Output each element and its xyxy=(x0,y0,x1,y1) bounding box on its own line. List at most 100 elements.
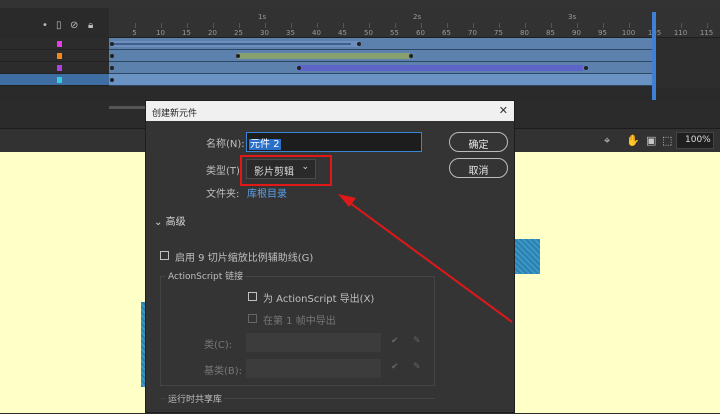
frame-tick xyxy=(472,23,474,28)
advanced-toggle[interactable]: ⌄ 高级 xyxy=(154,213,186,228)
frame-tick xyxy=(186,23,188,28)
layer-color-swatch xyxy=(57,77,62,83)
frame-number: 45 xyxy=(338,29,347,37)
frame-tick xyxy=(212,23,214,28)
export-as-checkbox[interactable] xyxy=(248,292,257,301)
frame-number: 20 xyxy=(208,29,217,37)
fit-icon[interactable]: ⬚ xyxy=(662,134,672,147)
frame-tick xyxy=(420,23,422,28)
nine-slice-checkbox[interactable] xyxy=(160,251,169,260)
frame-tick xyxy=(342,23,344,28)
frame-number: 40 xyxy=(312,29,321,37)
keyframe[interactable] xyxy=(236,54,240,58)
layer-color-swatch xyxy=(57,65,62,71)
tween-span[interactable] xyxy=(298,65,583,71)
frame-number: 10 xyxy=(156,29,165,37)
frame-tick xyxy=(134,23,136,28)
frame-tick xyxy=(368,23,370,28)
zoom-field[interactable]: 100% xyxy=(676,132,714,149)
layer-outline-icon[interactable]: ▯ xyxy=(56,20,62,31)
frame-tick xyxy=(160,23,162,28)
base-class-label: 基类(B): xyxy=(204,366,243,377)
export-frame1-label: 在第 1 帧中导出 xyxy=(263,316,336,327)
timeline-panel: • ▯ ⊘ 🔒︎ 1s 2s 3s 5 10 15 20 25 30 35 40 45 50 55 6… xyxy=(0,0,720,109)
frames-empty-area[interactable] xyxy=(655,38,720,88)
check-icon: ✔ xyxy=(391,336,399,346)
keyframe[interactable] xyxy=(110,54,114,58)
frame-number: 55 xyxy=(390,29,399,37)
frame-number: 5 xyxy=(132,29,137,37)
runtime-shared-label: 运行时共享库 xyxy=(166,392,225,405)
frame-row[interactable] xyxy=(109,62,655,74)
frame-number: 50 xyxy=(364,29,373,37)
layer-color-swatch xyxy=(57,41,62,47)
keyframe[interactable] xyxy=(110,42,114,46)
frame-row[interactable] xyxy=(109,50,655,62)
name-input-value: 元件 2 xyxy=(249,139,281,150)
frame-number: 30 xyxy=(260,29,269,37)
layer-dot-icon[interactable]: • xyxy=(42,20,48,31)
rotate-hand-icon[interactable]: ✋ xyxy=(626,134,640,147)
tween-span[interactable] xyxy=(237,53,410,59)
name-label: 名称(N): xyxy=(206,139,245,150)
close-icon[interactable]: ✕ xyxy=(499,104,508,117)
keyframe[interactable] xyxy=(584,66,588,70)
frame-number: 110 xyxy=(673,29,688,37)
nine-slice-label: 启用 9 切片缩放比例辅助线(G) xyxy=(175,253,314,264)
frame-number: 90 xyxy=(572,29,581,37)
frame-row[interactable] xyxy=(109,38,655,50)
frame-number: 25 xyxy=(234,29,243,37)
second-label: 1s xyxy=(258,13,267,21)
keyframe[interactable] xyxy=(297,66,301,70)
frame-number: 65 xyxy=(442,29,451,37)
playhead[interactable] xyxy=(652,12,656,100)
dialog-titlebar[interactable]: 创建新元件 ✕ xyxy=(146,101,514,121)
eye-hide-icon[interactable]: ⊘ xyxy=(70,20,78,31)
tween-line xyxy=(111,43,351,45)
frame-tick xyxy=(498,23,500,28)
frame-number: 80 xyxy=(520,29,529,37)
export-as-label: 为 ActionScript 导出(X) xyxy=(263,294,375,305)
advanced-label: 高级 xyxy=(165,217,186,228)
frame-row-selected[interactable] xyxy=(109,74,655,86)
layer-row[interactable] xyxy=(0,38,109,50)
class-label: 类(C): xyxy=(204,340,233,351)
frame-number: 15 xyxy=(182,29,191,37)
pencil-icon: ✎ xyxy=(413,362,421,372)
layer-row[interactable] xyxy=(0,62,109,74)
layer-list xyxy=(0,38,109,88)
keyframe[interactable] xyxy=(110,78,114,82)
folder-link[interactable]: 库根目录 xyxy=(247,185,287,200)
frame-tick xyxy=(550,23,552,28)
create-symbol-dialog: 创建新元件 ✕ 名称(N): 元件 2 类型(T) 影片剪辑 ⌄ 文件夹: 库根… xyxy=(145,100,515,413)
frame-number: 75 xyxy=(494,29,503,37)
timeline-scrollbar[interactable] xyxy=(109,106,149,109)
keyframe[interactable] xyxy=(357,42,361,46)
frame-tick xyxy=(290,23,292,28)
center-stage-icon[interactable]: ⌖ xyxy=(604,134,610,148)
timeline-ruler[interactable]: 1s 2s 3s 5 10 15 20 25 30 35 40 45 50 55 60 65 70 75 80… xyxy=(109,8,720,38)
check-icon: ✔ xyxy=(391,362,399,372)
frame-number: 70 xyxy=(468,29,477,37)
frame-number: 35 xyxy=(286,29,295,37)
layer-row[interactable] xyxy=(0,50,109,62)
clip-stage-icon[interactable]: ▣ xyxy=(646,134,656,147)
frame-tick xyxy=(576,23,578,28)
timeline-frames[interactable] xyxy=(109,38,655,88)
name-input[interactable]: 元件 2 xyxy=(246,132,422,152)
cancel-button[interactable]: 取消 xyxy=(449,158,508,178)
layer-row-selected[interactable] xyxy=(0,74,109,86)
folder-label: 文件夹: xyxy=(206,189,240,200)
stage-object[interactable] xyxy=(514,239,540,274)
frame-tick xyxy=(706,23,708,28)
timeline-top-strip xyxy=(0,0,720,8)
export-frame1-checkbox xyxy=(248,314,257,323)
ok-button[interactable]: 确定 xyxy=(449,132,508,152)
second-label: 3s xyxy=(568,13,577,21)
frame-tick xyxy=(394,23,396,28)
lock-icon[interactable]: 🔒︎ xyxy=(88,20,93,31)
keyframe[interactable] xyxy=(110,66,114,70)
frame-number: 115 xyxy=(699,29,714,37)
dialog-title: 创建新元件 xyxy=(152,109,198,119)
keyframe[interactable] xyxy=(409,54,413,58)
